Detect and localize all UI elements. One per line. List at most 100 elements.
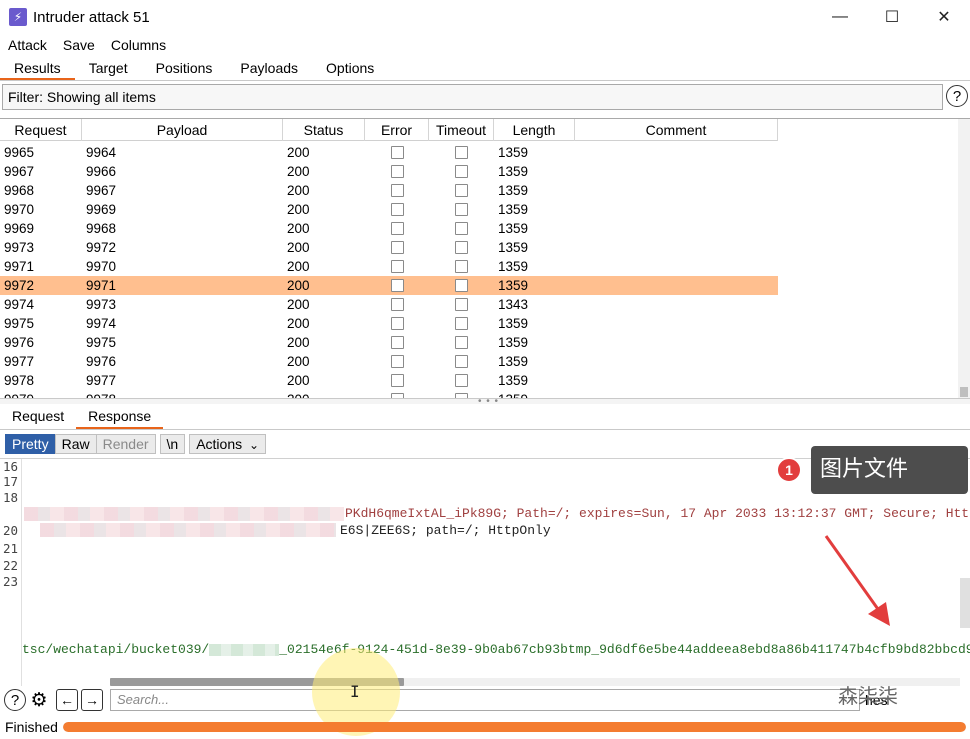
column-header-request[interactable]: Request: [0, 119, 82, 141]
tab-options[interactable]: Options: [312, 57, 388, 80]
status-text: Finished: [5, 719, 58, 735]
redacted-region: [24, 507, 344, 521]
timeout-checkbox[interactable]: [455, 222, 468, 235]
error-checkbox[interactable]: [390, 260, 404, 273]
table-row[interactable]: 9969 9968 200 1359: [0, 219, 778, 238]
tab-results[interactable]: Results: [0, 57, 75, 80]
raw-button[interactable]: Raw: [54, 434, 96, 454]
cell-error: [365, 371, 429, 390]
tab-payloads[interactable]: Payloads: [226, 57, 312, 80]
cell-error: [365, 181, 429, 200]
table-row[interactable]: 9972 9971 200 1359: [0, 276, 778, 295]
help-icon[interactable]: ?: [946, 85, 968, 107]
table-row[interactable]: 9978 9977 200 1359: [0, 371, 778, 390]
error-checkbox[interactable]: [390, 241, 404, 254]
gear-icon[interactable]: ⚙: [28, 689, 50, 711]
table-row[interactable]: 9974 9973 200 1343: [0, 295, 778, 314]
column-header-length[interactable]: Length: [494, 119, 575, 141]
minimize-button[interactable]: —: [814, 0, 866, 34]
tab-target[interactable]: Target: [75, 57, 142, 80]
close-button[interactable]: ✕: [918, 0, 970, 34]
annotation-badge: 1: [776, 457, 802, 483]
cell-length: 1359: [498, 240, 529, 255]
table-row[interactable]: 9965 9964 200 1359: [0, 143, 778, 162]
cell-status: 200: [287, 335, 310, 350]
cell-request: 9977: [4, 354, 35, 369]
timeout-checkbox[interactable]: [455, 184, 468, 197]
column-header-timeout[interactable]: Timeout: [429, 119, 494, 141]
help-icon[interactable]: ?: [4, 689, 26, 711]
timeout-checkbox[interactable]: [455, 146, 468, 159]
menu-save[interactable]: Save: [55, 35, 103, 57]
error-checkbox[interactable]: [390, 165, 404, 178]
table-row[interactable]: 9970 9969 200 1359: [0, 200, 778, 219]
menu-attack[interactable]: Attack: [0, 35, 55, 57]
error-checkbox[interactable]: [390, 336, 404, 349]
timeout-checkbox[interactable]: [455, 203, 468, 216]
actions-dropdown[interactable]: Actions ⌄: [189, 434, 267, 454]
error-checkbox[interactable]: [390, 184, 404, 197]
timeout-checkbox[interactable]: [455, 279, 468, 292]
table-row[interactable]: 9967 9966 200 1359: [0, 162, 778, 181]
column-header-error[interactable]: Error: [365, 119, 429, 141]
splitter-grip-icon[interactable]: • • •: [478, 397, 499, 407]
timeout-checkbox[interactable]: [455, 317, 468, 330]
cell-length: 1359: [498, 202, 529, 217]
column-header-payload[interactable]: Payload: [82, 119, 283, 141]
cell-error: [365, 200, 429, 219]
tab-positions[interactable]: Positions: [142, 57, 227, 80]
filter-bar[interactable]: Filter: Showing all items: [2, 84, 943, 110]
cell-payload: 9964: [86, 145, 117, 160]
timeout-checkbox[interactable]: [455, 260, 468, 273]
next-match-button[interactable]: →: [81, 689, 103, 711]
cell-comment: [575, 352, 778, 371]
previous-match-button[interactable]: ←: [56, 689, 78, 711]
cell-comment: [575, 162, 778, 181]
search-input[interactable]: Search...: [110, 689, 860, 711]
timeout-checkbox[interactable]: [455, 241, 468, 254]
column-header-status[interactable]: Status: [283, 119, 365, 141]
table-row[interactable]: 99799978200 1359: [0, 390, 778, 398]
table-scroll-thumb[interactable]: [960, 387, 968, 397]
redacted-region: [40, 523, 336, 537]
column-header-comment[interactable]: Comment: [575, 119, 778, 141]
cell-error: [365, 314, 429, 333]
error-checkbox[interactable]: [390, 203, 404, 216]
editor-vertical-scrollbar[interactable]: [960, 578, 970, 628]
redacted-region: [209, 643, 280, 656]
table-row[interactable]: 9971 9970 200 1359: [0, 257, 778, 276]
timeout-checkbox[interactable]: [455, 336, 468, 349]
editor-horizontal-scrollbar[interactable]: [110, 678, 960, 686]
table-row[interactable]: 9976 9975 200 1359: [0, 333, 778, 352]
error-checkbox[interactable]: [390, 222, 404, 235]
burp-lightning-icon: ⚡: [9, 8, 27, 26]
timeout-checkbox[interactable]: [455, 374, 468, 387]
error-checkbox[interactable]: [390, 298, 404, 311]
timeout-checkbox[interactable]: [455, 355, 468, 368]
table-vertical-scrollbar[interactable]: [958, 119, 970, 398]
error-checkbox[interactable]: [390, 317, 404, 330]
table-row[interactable]: 9977 9976 200 1359: [0, 352, 778, 371]
error-checkbox[interactable]: [390, 279, 404, 292]
render-button[interactable]: Render: [95, 434, 156, 454]
timeout-checkbox[interactable]: [455, 165, 468, 178]
cell-payload: 9972: [86, 240, 117, 255]
error-checkbox[interactable]: [390, 374, 404, 387]
tab-response[interactable]: Response: [76, 405, 164, 429]
pane-splitter[interactable]: • • •: [0, 397, 970, 407]
maximize-button[interactable]: ☐: [866, 0, 918, 34]
line-number: 22: [3, 558, 19, 573]
url-prefix: tsc/wechatapi/bucket039/: [22, 642, 210, 657]
timeout-checkbox[interactable]: [455, 298, 468, 311]
table-row[interactable]: 9973 9972 200 1359: [0, 238, 778, 257]
cell-request: 9979: [0, 390, 82, 398]
cell-error: [365, 390, 429, 398]
tab-request[interactable]: Request: [0, 405, 76, 429]
table-row[interactable]: 9968 9967 200 1359: [0, 181, 778, 200]
error-checkbox[interactable]: [390, 355, 404, 368]
pretty-button[interactable]: Pretty: [5, 434, 55, 454]
table-row[interactable]: 9975 9974 200 1359: [0, 314, 778, 333]
newline-toggle-button[interactable]: \n: [159, 434, 186, 454]
error-checkbox[interactable]: [390, 146, 404, 159]
menu-columns[interactable]: Columns: [103, 35, 174, 57]
